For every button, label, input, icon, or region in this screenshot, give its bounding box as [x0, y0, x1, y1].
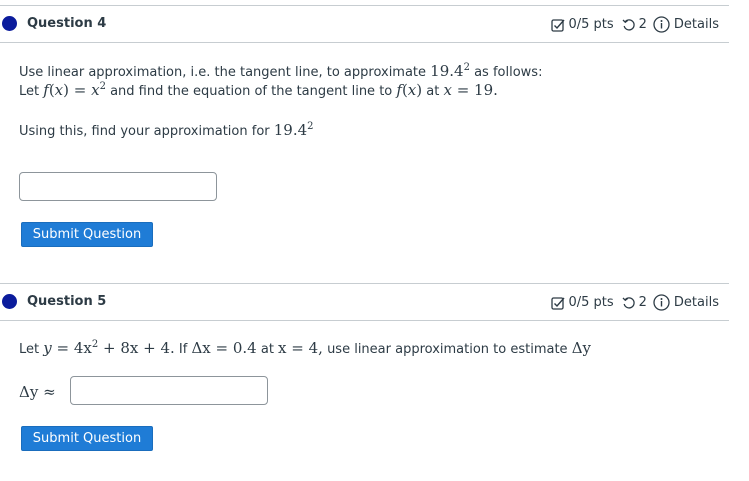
prompt-text: and find the equation of the tangent lin…: [105, 84, 397, 99]
prompt-text: Use linear approximation, i.e. the tange…: [19, 65, 431, 80]
score-label: 0/5 pts: [568, 295, 614, 310]
retry-icon: [622, 18, 635, 31]
math-expression: = 4x: [56, 339, 92, 357]
question-4-prompt-line-3: Using this, find your approximation for …: [19, 121, 314, 139]
attempts-count: 2: [638, 295, 647, 310]
prompt-text: as follows:: [469, 65, 543, 80]
prompt-text: If: [174, 342, 192, 357]
score-label: 0/5 pts: [568, 17, 614, 32]
question-title: Question 5: [27, 294, 107, 309]
info-icon[interactable]: [653, 294, 670, 311]
question-5-header: Question 5 0/5 pts 2 Details: [0, 283, 729, 321]
checkbox-icon: [551, 296, 565, 310]
attempts-count: 2: [638, 17, 647, 32]
checkbox-icon: [551, 18, 565, 32]
math-value: 19.: [474, 81, 498, 99]
details-link[interactable]: Details: [674, 17, 719, 32]
math-value: 19.4: [273, 121, 308, 139]
prompt-text: use linear approximation to estimate: [322, 342, 572, 357]
question-4-header: Question 4 0/5 pts 2 Details: [0, 5, 729, 43]
prompt-text: at: [256, 342, 279, 357]
info-icon[interactable]: [653, 16, 670, 33]
question-status-dot: [2, 294, 17, 309]
question-5-prompt-line-1: Let y = 4x2 + 8x + 4. If Δx = 0.4 at x =…: [19, 339, 592, 357]
answer-label: Δy ≈: [19, 383, 56, 401]
math-variable: x: [91, 81, 100, 99]
question-status-dot: [2, 16, 17, 31]
submit-question-button[interactable]: Submit Question: [21, 426, 153, 451]
math-function: f: [396, 81, 402, 99]
question-4-prompt-line-2: Let f(x) = x2 and find the equation of t…: [19, 81, 498, 99]
submit-question-button[interactable]: Submit Question: [21, 222, 153, 247]
answer-input[interactable]: [19, 172, 217, 201]
prompt-text: Let: [19, 342, 44, 357]
question-meta: 0/5 pts 2 Details: [551, 16, 719, 33]
math-exponent: 2: [307, 121, 314, 132]
math-variable: x: [443, 81, 452, 99]
math-variable: x: [407, 81, 417, 99]
answer-input[interactable]: [70, 376, 268, 405]
prompt-text: Let: [19, 84, 44, 99]
math-expression: Δx = 0.4: [191, 339, 257, 357]
math-expression: + 8x + 4.: [98, 339, 175, 357]
question-title: Question 4: [27, 16, 107, 31]
math-expression: x = 4,: [278, 339, 323, 357]
prompt-text: at: [422, 84, 444, 99]
question-meta: 0/5 pts 2 Details: [551, 294, 719, 311]
math-expression: Δy: [571, 339, 592, 357]
math-value: 19.4: [430, 62, 464, 80]
math-function: f: [43, 81, 49, 99]
prompt-text: Using this, find your approximation for: [19, 124, 274, 139]
retry-icon: [622, 296, 635, 309]
details-link[interactable]: Details: [674, 295, 719, 310]
math-variable: x: [54, 81, 64, 99]
question-4-prompt-line-1: Use linear approximation, i.e. the tange…: [19, 62, 542, 80]
